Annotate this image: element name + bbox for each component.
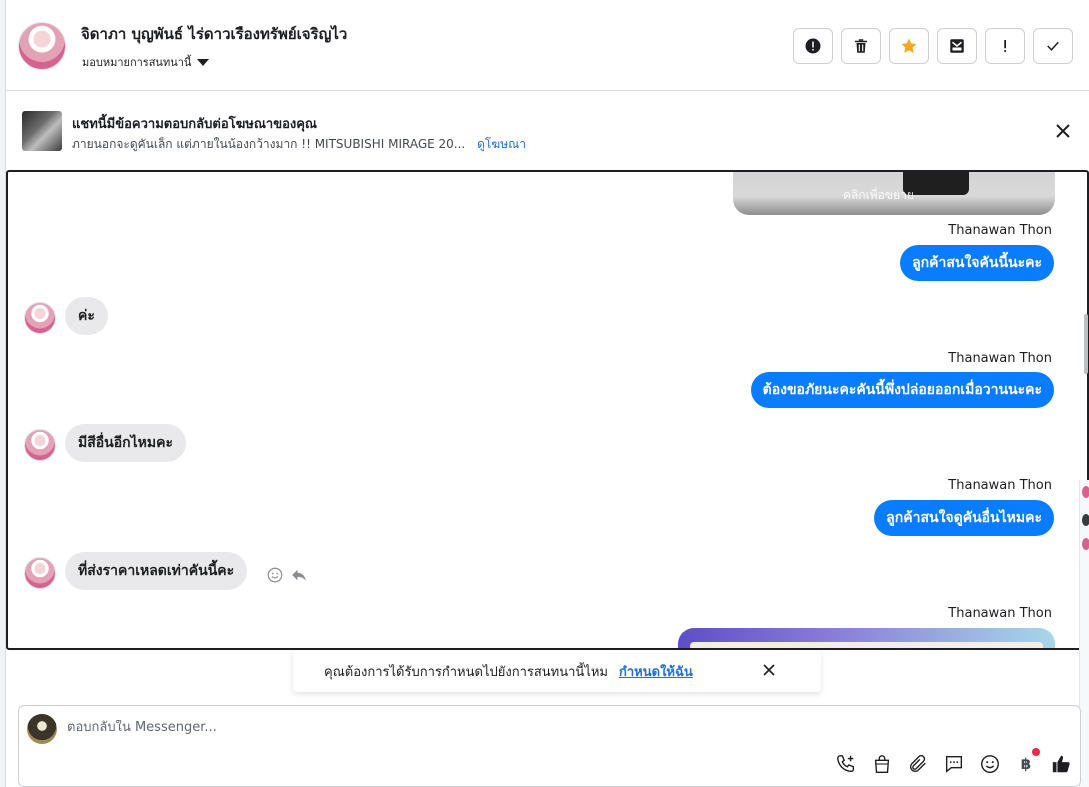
message-composer: ฿ xyxy=(18,705,1081,787)
close-icon[interactable] xyxy=(1055,123,1071,139)
archive-icon xyxy=(950,39,964,53)
image-message[interactable] xyxy=(678,628,1055,648)
contact-avatar-small[interactable] xyxy=(24,557,56,589)
report-spam-button[interactable] xyxy=(793,28,833,64)
reminder-text: คุณต้องการได้รับการกำหนดไปยังการสนทนานี้… xyxy=(324,665,608,680)
conversation-header: จิดาภา บุญพันธ์ ไร่ดาวเรืองทรัพย์เจริญไว… xyxy=(6,0,1089,91)
page-avatar xyxy=(27,714,57,744)
call-button[interactable] xyxy=(834,752,858,776)
move-to-inbox-button[interactable] xyxy=(937,28,977,64)
chat-bubble-icon xyxy=(945,755,963,773)
message-thread[interactable]: คลิกเพื่อขยาย Thanawan Thon ลูกค้าสนใจคั… xyxy=(6,170,1089,650)
message-actions xyxy=(266,566,308,584)
contact-avatar-small[interactable] xyxy=(24,302,56,334)
incoming-message[interactable]: ที่ส่งราคาเหลดเท่าคันนี้คะ xyxy=(65,552,248,590)
image-caption: คลิกเพื่อขยาย xyxy=(843,188,914,202)
saved-replies-button[interactable] xyxy=(942,752,966,776)
star-icon xyxy=(901,38,917,53)
emoji-react-icon[interactable] xyxy=(266,566,284,584)
exclamation-icon xyxy=(1004,40,1007,52)
baht-icon: ฿ xyxy=(1020,755,1032,773)
sender-name: Thanawan Thon xyxy=(948,223,1052,238)
avatar-peek[interactable] xyxy=(1082,538,1089,550)
check-icon xyxy=(1047,41,1059,51)
image-message[interactable]: คลิกเพื่อขยาย xyxy=(733,172,1055,215)
delete-button[interactable] xyxy=(841,28,881,64)
close-icon[interactable] xyxy=(762,663,776,677)
emoji-button[interactable] xyxy=(978,752,1002,776)
emoji-icon xyxy=(981,755,999,773)
paperclip-icon xyxy=(909,755,926,773)
shop-button[interactable] xyxy=(870,752,894,776)
ad-thumbnail[interactable] xyxy=(22,111,62,151)
outgoing-message[interactable]: ลูกค้าสนใจดูคันอื่นไหมคะ xyxy=(874,500,1054,536)
assign-reminder: คุณต้องการได้รับการกำหนดไปยังการสนทนานี้… xyxy=(293,650,821,692)
assign-conversation-dropdown[interactable]: มอบหมายการสนทนานี้ xyxy=(82,53,210,71)
ad-reply-banner: แชทนี้มีข้อความตอบกลับต่อโฆษณาของคุณ ภาย… xyxy=(6,92,1089,170)
caret-down-icon xyxy=(197,58,210,66)
assign-label: มอบหมายการสนทนานี้ xyxy=(82,56,192,69)
assign-to-me-link[interactable]: กำหนดให้ฉัน xyxy=(619,661,693,682)
like-button[interactable] xyxy=(1050,752,1074,776)
outgoing-message[interactable]: ลูกค้าสนใจคันนี้นะคะ xyxy=(900,245,1054,281)
ad-description-text: ภายนอกจะดูคันเล็ก แต่ภายในน้องกว้างมาก !… xyxy=(72,137,466,151)
payment-button[interactable]: ฿ xyxy=(1014,748,1040,776)
star-button[interactable] xyxy=(889,28,929,64)
reply-input[interactable] xyxy=(67,720,767,735)
scrollbar-thumb[interactable] xyxy=(1084,314,1088,374)
sender-name: Thanawan Thon xyxy=(948,351,1052,366)
ad-banner-title: แชทนี้มีข้อความตอบกลับต่อโฆษณาของคุณ xyxy=(72,117,317,132)
view-ad-link[interactable]: ดูโฆษณา xyxy=(477,137,526,151)
header-actions xyxy=(793,28,1073,64)
incoming-message[interactable]: ค่ะ xyxy=(65,297,108,335)
outgoing-message[interactable]: ต้องขอภัยนะคะคันนี้พึ่งปล่อยออกเมื่อวานน… xyxy=(750,372,1054,408)
contact-name[interactable]: จิดาภา บุญพันธ์ ไร่ดาวเรืองทรัพย์เจริญไว xyxy=(81,22,347,46)
reply-icon[interactable] xyxy=(290,566,308,584)
thumbs-up-icon xyxy=(1052,755,1070,773)
ad-description: ภายนอกจะดูคันเล็ก แต่ภายในน้องกว้างมาก !… xyxy=(72,135,526,154)
notification-dot xyxy=(1032,748,1040,756)
mark-done-button[interactable] xyxy=(1033,28,1073,64)
alert-circle-icon xyxy=(805,38,821,54)
trash-icon xyxy=(855,39,867,53)
call-add-icon xyxy=(837,755,855,773)
composer-tools: ฿ xyxy=(834,748,1074,776)
attach-button[interactable] xyxy=(906,752,930,776)
contact-avatar[interactable] xyxy=(18,22,66,70)
incoming-message[interactable]: มีสีอื่นอีกไหมคะ xyxy=(65,424,187,462)
avatar-peek[interactable] xyxy=(1082,514,1089,526)
avatar-peek[interactable] xyxy=(1082,486,1089,498)
shopping-bag-icon xyxy=(874,755,890,773)
sender-name: Thanawan Thon xyxy=(948,478,1052,493)
follow-up-button[interactable] xyxy=(985,28,1025,64)
sender-name: Thanawan Thon xyxy=(948,606,1052,621)
contact-avatar-small[interactable] xyxy=(24,429,56,461)
